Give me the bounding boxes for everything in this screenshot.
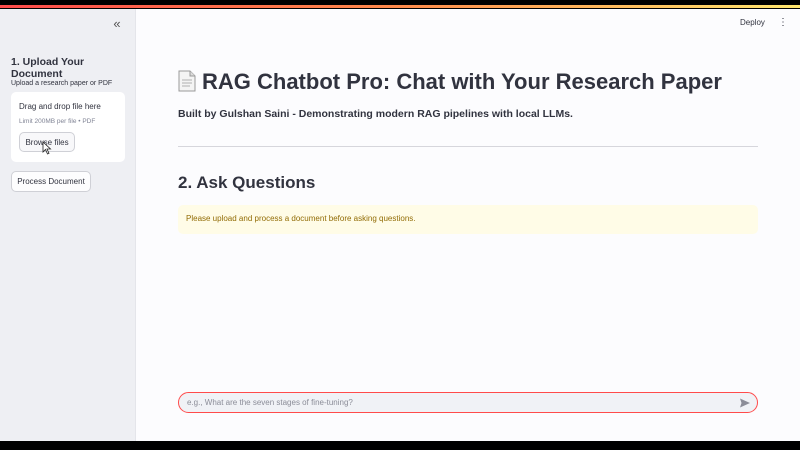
process-document-button[interactable]: Process Document: [11, 171, 91, 192]
kebab-menu-icon[interactable]: ⋮: [778, 17, 788, 29]
upload-label: Upload a research paper or PDF: [11, 80, 113, 87]
progress-stripe: [0, 5, 800, 8]
page-title: RAG Chatbot Pro: Chat with Your Research…: [178, 69, 722, 95]
deploy-button[interactable]: Deploy: [740, 18, 765, 27]
bottom-decoration-bar: [0, 441, 800, 450]
dropzone-limit: Limit 200MB per file • PDF: [19, 118, 96, 125]
document-icon: [178, 70, 196, 92]
alert-text: Please upload and process a document bef…: [186, 214, 416, 223]
chat-input-container: [178, 392, 758, 413]
chat-input[interactable]: [187, 395, 727, 410]
warning-alert: Please upload and process a document bef…: [178, 205, 758, 234]
dropzone-title: Drag and drop file here: [19, 102, 101, 111]
top-decoration-bar: [0, 0, 800, 8]
section-heading: 2. Ask Questions: [178, 173, 316, 192]
send-icon[interactable]: [739, 397, 751, 409]
page-title-text: RAG Chatbot Pro: Chat with Your Research…: [202, 69, 722, 94]
mouse-pointer-icon: [42, 141, 52, 155]
app-window: « 1. Upload Your Document Upload a resea…: [0, 9, 800, 441]
file-dropzone[interactable]: Drag and drop file here Limit 200MB per …: [11, 92, 125, 162]
sidebar: « 1. Upload Your Document Upload a resea…: [0, 9, 136, 441]
divider: [178, 146, 758, 147]
collapse-sidebar-icon[interactable]: «: [110, 17, 124, 31]
sidebar-section-title: 1. Upload Your Document: [11, 56, 85, 80]
page-subtitle: Built by Gulshan Saini - Demonstrating m…: [178, 108, 573, 120]
